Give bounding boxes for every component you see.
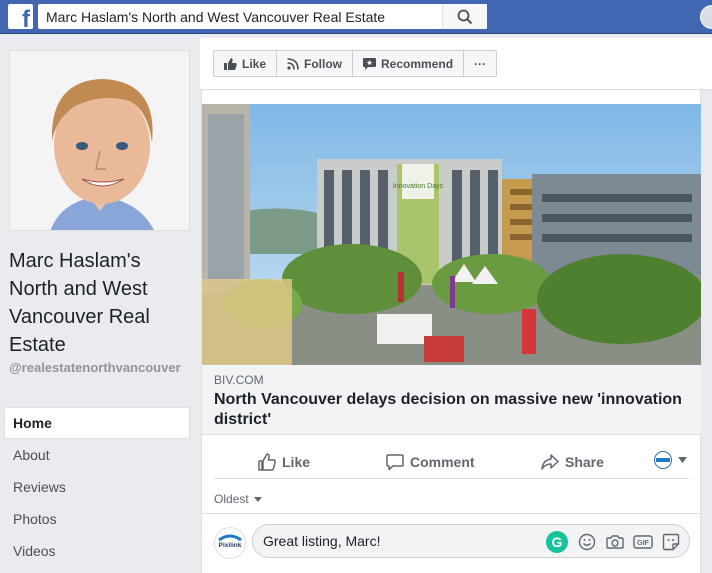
top-navigation-bar: f Marc Haslam's North and West Vancouver…: [0, 0, 712, 34]
gif-icon[interactable]: GIF: [632, 531, 654, 553]
chevron-down-icon: [678, 457, 687, 463]
page-action-buttons: Like Follow Recommend ···: [213, 50, 498, 77]
post-as-selector[interactable]: [654, 451, 687, 469]
comment-composer: Pixilink Great listing, Marc! G GIF: [202, 513, 701, 569]
nav-item-about[interactable]: About: [4, 439, 190, 471]
rss-icon: [287, 57, 299, 70]
comment-sort-dropdown[interactable]: Oldest: [214, 492, 263, 506]
link-domain: BIV.COM: [214, 373, 264, 387]
innovation-days-sign: Innovation Days: [393, 183, 444, 190]
profile-portrait-image: [10, 51, 189, 230]
share-icon: [541, 454, 559, 470]
post-action-bar: Like Comment Share: [214, 445, 689, 479]
caret-down-icon: [254, 497, 263, 503]
comment-sort-label: Oldest: [214, 492, 249, 506]
like-page-button[interactable]: Like: [214, 51, 278, 76]
like-page-label: Like: [242, 56, 267, 71]
commenter-avatar: Pixilink: [214, 527, 246, 559]
page-title: Marc Haslam's North and West Vancouver R…: [9, 250, 150, 356]
post-comment-button[interactable]: Comment: [386, 453, 475, 471]
profile-picture[interactable]: [9, 50, 190, 231]
grammarly-letter: G: [551, 534, 563, 550]
gif-label: GIF: [637, 540, 649, 547]
grammarly-icon[interactable]: G: [546, 531, 568, 553]
user-avatar[interactable]: [700, 5, 712, 29]
camera-icon[interactable]: [604, 531, 626, 553]
post-link-image[interactable]: Innovation Days: [202, 104, 701, 365]
facebook-logo-icon[interactable]: f: [8, 4, 33, 29]
facebook-logo-letter: f: [22, 6, 30, 30]
search-icon: [457, 9, 473, 24]
comment-input-value: Great listing, Marc!: [263, 533, 381, 549]
comment-icon: [386, 454, 404, 471]
emoji-icon[interactable]: [576, 531, 598, 553]
post-as-avatar: [654, 451, 672, 469]
thumbs-up-icon: [224, 57, 237, 70]
search-button[interactable]: [442, 4, 487, 29]
post-as-avatar-stripe: [656, 458, 670, 462]
post-share-button[interactable]: Share: [541, 453, 604, 471]
nav-item-home[interactable]: Home: [4, 407, 190, 439]
thumbs-up-outline-icon: [258, 453, 276, 471]
page-navigation: Home About Reviews Photos Videos: [4, 407, 190, 567]
page-action-bar: Like Follow Recommend ···: [200, 38, 712, 90]
post-share-label: Share: [565, 454, 604, 470]
nav-item-videos[interactable]: Videos: [4, 535, 190, 567]
post-like-button[interactable]: Like: [258, 453, 310, 471]
link-preview[interactable]: BIV.COM North Vancouver delays decision …: [202, 365, 701, 435]
link-title[interactable]: North Vancouver delays decision on massi…: [214, 390, 694, 430]
recommend-icon: [363, 57, 377, 70]
innovation-district-rendering: Innovation Days: [202, 104, 701, 365]
nav-item-photos[interactable]: Photos: [4, 503, 190, 535]
more-options-label: ···: [474, 56, 487, 71]
post-comment-label: Comment: [410, 454, 475, 470]
pixilink-logo-text: Pixilink: [219, 542, 242, 549]
more-options-button[interactable]: ···: [464, 51, 496, 76]
comment-input[interactable]: Great listing, Marc! G GIF: [252, 524, 690, 558]
post-like-label: Like: [282, 454, 311, 470]
nav-item-reviews[interactable]: Reviews: [4, 471, 190, 503]
sticker-icon[interactable]: [660, 531, 682, 553]
pixilink-logo-icon: Pixilink: [215, 528, 245, 558]
recommend-label: Recommend: [381, 56, 454, 71]
follow-label: Follow: [304, 56, 343, 71]
recommend-button[interactable]: Recommend: [353, 51, 465, 76]
page-username[interactable]: @realestatenorthvancouver: [9, 360, 194, 376]
follow-button[interactable]: Follow: [277, 51, 354, 76]
page-sidebar: Marc Haslam's North and West Vancouver R…: [0, 34, 200, 573]
search-input[interactable]: Marc Haslam's North and West Vancouver R…: [38, 9, 442, 25]
post-card: Innovation Days BIV.COM North Vancouver …: [201, 90, 701, 573]
search-bar: Marc Haslam's North and West Vancouver R…: [38, 4, 487, 29]
